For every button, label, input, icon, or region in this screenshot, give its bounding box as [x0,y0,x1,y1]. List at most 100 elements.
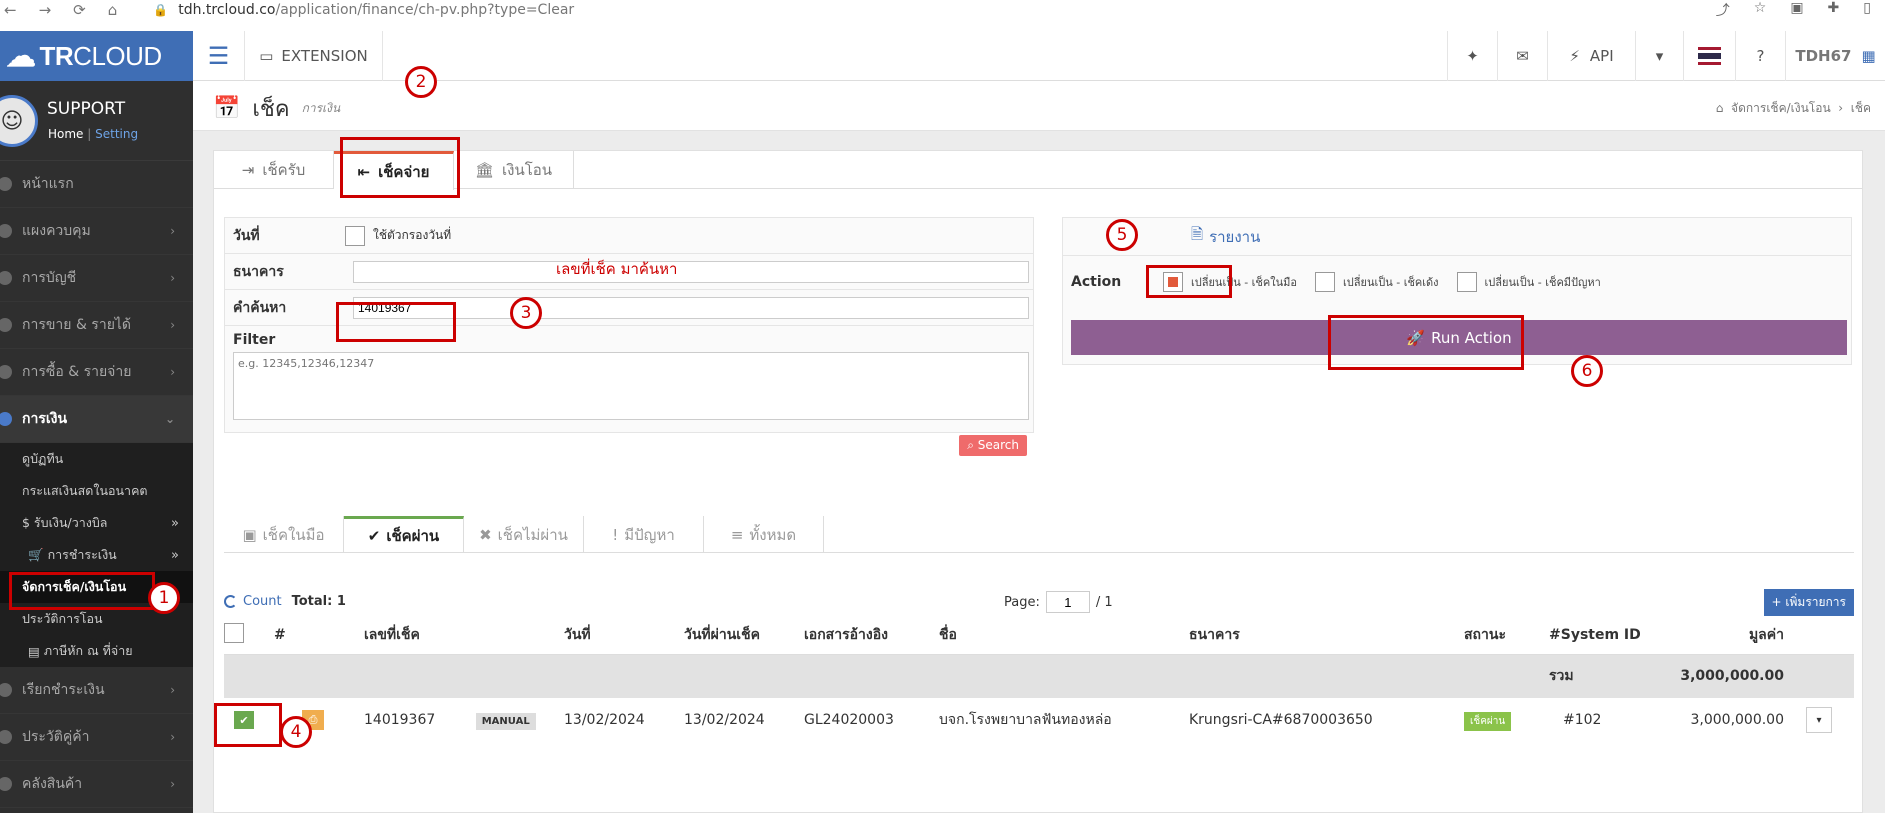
home-icon[interactable]: ⌂ [1716,101,1724,115]
tab-cheque-paid[interactable]: ⇤ เช็คจ่าย [334,151,454,190]
times-icon: ✖ [479,525,492,544]
submenu-item-receive[interactable]: $ รับเงิน/วางบิล» [0,507,193,539]
sidebar-item-sales[interactable]: การขาย & รายได้ › [0,302,193,349]
sidebar-item-purchase[interactable]: การซื้อ & รายจ่าย › [0,349,193,396]
check-icon: ✔ [367,527,381,545]
search-button[interactable]: ⌕ Search [959,435,1027,456]
annotation-number-1: 1 [148,582,180,614]
checkbox[interactable] [1315,272,1336,292]
sidebar-item-home[interactable]: หน้าแรก [0,161,193,208]
run-action-button[interactable]: 🚀 Run Action [1071,320,1847,355]
tab-in-hand[interactable]: ▣ เช็คในมือ [224,516,344,553]
trcloud-logo[interactable]: ☁ TR CLOUD [0,31,193,81]
sidebar-item-partners[interactable]: ประวัติคู่ค้า › [0,714,193,761]
bank-input[interactable] [353,260,1029,283]
double-chevron-icon: » [171,515,179,531]
notification-button[interactable]: ✦ [1447,31,1497,81]
back-icon[interactable]: ← [4,1,17,19]
extension-button[interactable]: ▭ EXTENSION [245,31,383,81]
sidepanel-icon[interactable]: ▯ [1863,0,1871,20]
menu-toggle-button[interactable]: ☰ [193,31,245,81]
tab-all[interactable]: ≡ ทั้งหมด [704,516,824,553]
submenu-item[interactable]: ดูบัฏทีน [0,443,193,475]
manual-badge: MANUAL [475,713,536,730]
breadcrumb: ⌂ จัดการเช็ค/เงินโอน › เช็ค [1715,101,1871,115]
star-icon[interactable]: ☆ [1754,0,1767,20]
language-button[interactable] [1683,31,1735,81]
option-to-bounced[interactable]: เปลี่ยนเป็น - เช็คเด้ง [1315,272,1439,292]
tab-failed[interactable]: ✖ เช็คไม่ผ่าน [464,516,584,553]
sign-in-icon: ⇥ [241,161,255,179]
sidebar-item-dashboard[interactable]: แผงควบคุม › [0,208,193,255]
tab-transfer[interactable]: 🏛 เงินโอน [454,151,574,189]
home-icon[interactable]: ⌂ [108,1,118,19]
sidebar-item-inventory[interactable]: คลังสินค้า › [0,761,193,808]
home-link[interactable]: Home [48,127,83,141]
chevron-right-icon: › [170,271,175,285]
help-button[interactable]: ? [1735,31,1785,81]
file-icon: 🗎 [1191,225,1204,243]
chevron-right-icon: › [170,777,175,791]
count-indicator: Count Total: 1 [224,594,346,609]
annotation-number-4: 4 [280,716,312,748]
sidebar-item-accounting[interactable]: การบัญชี › [0,255,193,302]
chevron-right-icon: › [170,318,175,332]
checkbox[interactable] [1456,272,1477,292]
user-menu[interactable]: TDH67 ▦ [1785,31,1885,81]
filter-textarea[interactable] [233,352,1029,420]
puzzle-icon[interactable]: ✚ [1828,0,1840,20]
table-row[interactable]: ✔ ⎙ 14019367 MANUAL 13/02/2024 13/02/202… [224,698,1854,742]
url-text[interactable]: tdh.trcloud.co/application/finance/ch-pv… [178,2,574,18]
cart-icon: 🛒 [28,547,44,562]
submenu-item[interactable]: ▤ ภาษีหัก ณ ที่จ่าย [0,635,193,667]
option-to-in-hand[interactable]: เปลี่ยนเป็น - เช็คในมือ [1163,272,1297,292]
option-to-problem[interactable]: เปลี่ยนเป็น - เช็คมีปัญหา [1456,272,1601,292]
add-item-button[interactable]: + เพิ่มรายการ [1763,589,1854,616]
row-dropdown-button[interactable]: ▾ [1806,707,1832,733]
annotation-number-5: 5 [1106,219,1138,251]
setting-link[interactable]: Setting [95,127,138,141]
forward-icon[interactable]: → [39,1,52,19]
search-input[interactable] [353,296,1029,319]
chevron-right-icon: › [170,683,175,697]
select-all-checkbox[interactable] [224,622,244,643]
page-input[interactable] [1045,591,1090,613]
mail-button[interactable]: ✉ [1497,31,1547,81]
dropdown-button[interactable]: ▾ [1635,31,1683,81]
exclamation-icon: ! [612,525,619,544]
menu-icon [0,777,12,791]
report-link[interactable]: 🗎 รายงาน [1063,218,1851,256]
reload-icon[interactable]: ⟳ [73,1,86,19]
action-panel: 🗎 รายงาน Action เปลี่ยนเป็น - เช็คในมือ เ… [1062,217,1852,365]
annotation-number-3: 3 [510,297,542,329]
spinner-icon [224,594,237,608]
tab-cheque-received[interactable]: ⇥ เช็ครับ [214,151,334,189]
menu-icon [0,730,12,744]
sidebar-item-finance[interactable]: การเงิน ⌄ [0,396,193,443]
tab-passed[interactable]: ✔ เช็คผ่าน [344,516,464,553]
profile-panel: ☺ SUPPORT Home | Setting [0,81,193,161]
tab-problem[interactable]: ! มีปัญหา [584,516,704,553]
main-content: 📅 เช็ค การเงิน ⌂ จัดการเช็ค/เงินโอน › เช็ค… [193,81,1885,813]
submenu-item-payment[interactable]: 🛒 การชำระเงิน» [0,539,193,571]
party-icon: ✦ [1466,47,1479,65]
avatar[interactable]: ☺ [0,95,38,147]
api-button[interactable]: ⚡ API [1547,31,1635,81]
cheque-card: ⇥ เช็ครับ ⇤ เช็คจ่าย 🏛 เงินโอน วันที่ ใช้ตัว… [213,150,1863,813]
document-icon: ▤ [28,643,40,659]
extension-icon[interactable]: ▣ [1790,0,1803,20]
profile-name: SUPPORT [47,99,126,119]
checkbox[interactable] [1163,272,1183,292]
annotation-number-6: 6 [1571,355,1603,387]
cheque-table: # เลขที่เช็ค วันที่ วันที่ผ่านเช็ค เอกสา… [224,616,1854,742]
share-icon[interactable]: ⤴ [1716,0,1730,20]
lock-icon[interactable]: 🔒 [153,3,168,17]
row-checkbox[interactable]: ✔ [234,711,254,729]
menu-icon [0,318,12,332]
date-filter-checkbox[interactable] [345,225,365,246]
submenu-item[interactable]: กระแสเงินสดในอนาคต [0,475,193,507]
menu-icon [0,224,12,238]
sidebar-item-billing[interactable]: เรียกชำระเงิน › [0,667,193,714]
thai-flag-icon [1698,47,1721,65]
search-icon: ⌕ [967,438,974,452]
